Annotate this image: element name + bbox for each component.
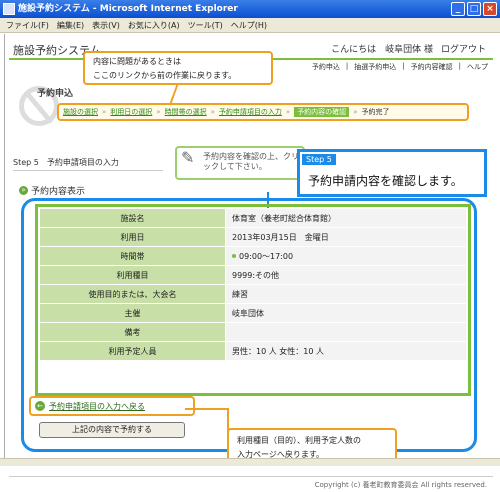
footer-copyright: Copyright (c) 養老町教育委員会 All rights reserv… xyxy=(9,476,493,492)
nav-reserve[interactable]: 予約申込 xyxy=(312,62,340,72)
step-complete: 予約完了 xyxy=(361,108,390,116)
window-titlebar: 施設予約システム - Microsoft Internet Explorer _… xyxy=(0,0,500,18)
row-value: 9999:その他 xyxy=(225,265,467,285)
menu-bar: ファイル(F) 編集(E) 表示(V) お気に入り(A) ツール(T) ヘルプ(… xyxy=(0,18,500,33)
row-label: 主催 xyxy=(39,303,226,323)
close-button[interactable]: × xyxy=(483,2,497,16)
nav-lottery[interactable]: 抽選予約申込 xyxy=(354,62,396,72)
row-label: 利用予定人員 xyxy=(39,341,226,361)
row-label: 使用目的または、大会名 xyxy=(39,284,226,304)
row-value xyxy=(225,322,467,342)
back-to-input-link[interactable]: ← 予約申請項目の入力へ戻る xyxy=(29,396,195,416)
minimize-button[interactable]: _ xyxy=(451,2,465,16)
time-value: 09:00～17:00 xyxy=(239,251,294,261)
section-title: » 予約内容表示 xyxy=(19,184,85,197)
step-header-divider xyxy=(13,170,163,171)
table-row: 主催 岐阜団体 xyxy=(39,303,467,323)
table-row: 施設名 体育室（養老町総合体育館） xyxy=(39,208,467,228)
step-time[interactable]: 時間帯の選択 xyxy=(165,107,207,117)
menu-edit[interactable]: 編集(E) xyxy=(57,18,84,32)
row-label: 施設名 xyxy=(39,208,226,228)
row-value: 練習 xyxy=(225,284,467,304)
step-callout-message: 予約申請内容を確認します。 xyxy=(308,174,463,188)
step-facility[interactable]: 施設の選択 xyxy=(63,107,98,117)
confirm-reservation-button[interactable]: 上記の内容で予約する xyxy=(39,422,185,438)
logout-link[interactable]: ログアウト xyxy=(441,42,486,55)
row-value-time: 09:00～17:00 xyxy=(225,246,467,266)
table-row: 利用種目 9999:その他 xyxy=(39,265,467,285)
table-row: 時間帯 09:00～17:00 xyxy=(39,246,467,266)
menu-favorites[interactable]: お気に入り(A) xyxy=(128,18,180,32)
row-value: 体育室（養老町総合体育館） xyxy=(225,208,467,228)
table-row: 使用目的または、大会名 練習 xyxy=(39,284,467,304)
section-title-text: 予約内容表示 xyxy=(31,187,86,197)
callout-top-pointer xyxy=(169,85,187,103)
menu-view[interactable]: 表示(V) xyxy=(92,18,120,32)
bullet-icon xyxy=(232,254,236,258)
row-label: 備考 xyxy=(39,322,226,342)
arrow-left-icon: ← xyxy=(35,401,45,411)
step-callout: Step 5 予約申請内容を確認します。 xyxy=(297,149,487,197)
step-date[interactable]: 利用日の選択 xyxy=(110,107,152,117)
callout-top: 内容に問題があるときは ここのリンクから前の作業に戻ります。 xyxy=(83,51,273,85)
menu-help[interactable]: ヘルプ(H) xyxy=(231,18,267,32)
table-row: 利用日 2013年03月15日 金曜日 xyxy=(39,227,467,247)
row-value: 男性：10 人 女性：10 人 xyxy=(225,341,467,361)
page-heading: 予約申込 xyxy=(37,89,74,99)
top-nav: 予約申込 | 抽選予約申込 | 予約内容確認 | ヘルプ xyxy=(311,62,488,72)
greeting: こんにちは 岐阜団体 様 xyxy=(331,45,433,55)
menu-tools[interactable]: ツール(T) xyxy=(188,18,223,32)
menu-file[interactable]: ファイル(F) xyxy=(6,18,49,32)
status-bar xyxy=(0,458,500,466)
chevron-right-icon: » xyxy=(19,186,28,195)
pencil-icon: ✎ xyxy=(181,148,195,167)
row-value: 岐阜団体 xyxy=(225,303,467,323)
row-label: 時間帯 xyxy=(39,246,226,266)
maximize-button[interactable]: □ xyxy=(467,2,481,16)
nav-confirm[interactable]: 予約内容確認 xyxy=(411,62,453,72)
step-confirm: 予約内容の確認 xyxy=(294,107,350,117)
step-header: Step 5 予約申請項目の入力 xyxy=(13,158,119,167)
table-row: 備考 xyxy=(39,322,467,342)
step-input[interactable]: 予約申請項目の入力 xyxy=(219,107,282,117)
page-content: 施設予約システム こんにちは 岐阜団体 様 ログアウト 予約申込 | 抽選予約申込… xyxy=(4,34,496,489)
callout-bottom-line1: 利用種目（目的）、利用予定人数の xyxy=(237,436,361,445)
callout-top-line1: 内容に問題があるときは xyxy=(93,57,181,66)
window-title: 施設予約システム - Microsoft Internet Explorer xyxy=(18,4,238,14)
callout-bottom-connector xyxy=(185,408,229,438)
table-row: 利用予定人員 男性：10 人 女性：10 人 xyxy=(39,341,467,361)
callout-top-line2: ここのリンクから前の作業に戻ります。 xyxy=(93,71,237,80)
row-value: 2013年03月15日 金曜日 xyxy=(225,227,467,247)
back-link-text[interactable]: 予約申請項目の入力へ戻る xyxy=(49,401,145,412)
row-label: 利用日 xyxy=(39,227,226,247)
row-label: 利用種目 xyxy=(39,265,226,285)
app-icon xyxy=(3,3,15,15)
step-callout-tag: Step 5 xyxy=(302,154,336,165)
step-breadcrumb: 施設の選択» 利用日の選択» 時間帯の選択» 予約申請項目の入力» 予約内容の確… xyxy=(57,103,469,121)
nav-help[interactable]: ヘルプ xyxy=(467,62,488,72)
reservation-table: 施設名 体育室（養老町総合体育館） 利用日 2013年03月15日 金曜日 時間帯 0… xyxy=(39,208,467,361)
